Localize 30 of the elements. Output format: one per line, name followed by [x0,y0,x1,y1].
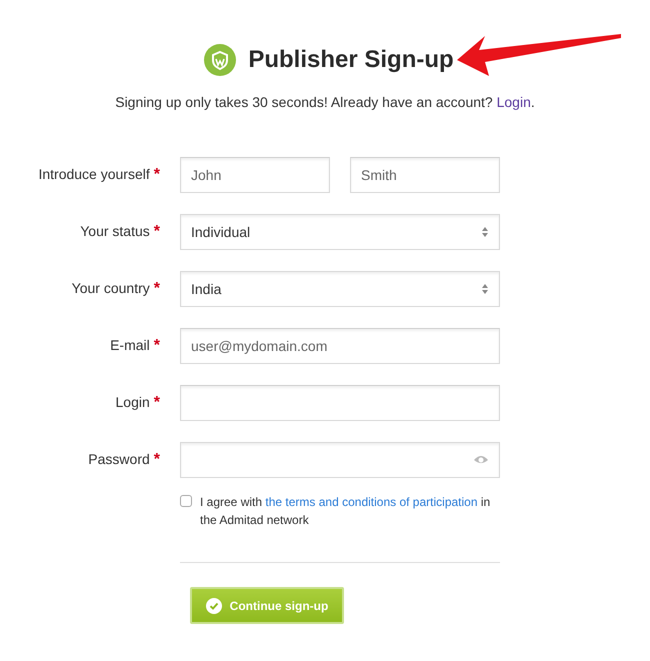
sort-arrows-icon [481,226,489,238]
eye-icon[interactable] [473,455,489,465]
select-field[interactable]: Individual [180,214,500,250]
required-asterisk: * [154,337,160,355]
shield-logo-icon [204,44,236,76]
select-field[interactable]: India [180,271,500,307]
field-label: Password [88,451,150,467]
input-field[interactable] [180,385,500,421]
password-field[interactable] [180,442,500,478]
required-asterisk: * [154,223,160,241]
login-link[interactable]: Login [496,94,531,110]
field-label: Your status [80,223,150,239]
agreement-text: I agree with the terms and conditions of participation in the Admitad network [200,494,492,529]
input-field[interactable]: John [180,157,330,193]
input-field[interactable]: Smith [350,157,500,193]
required-asterisk: * [154,280,160,298]
field-label: Login [116,394,150,410]
required-asterisk: * [154,451,160,469]
checkbox[interactable] [180,495,192,507]
sort-arrows-icon [481,283,489,295]
field-label: E-mail [110,337,150,353]
required-asterisk: * [154,394,160,412]
page-title: Publisher Sign-up [248,46,454,74]
subtitle-text: Signing up only takes 30 seconds! Already have an account? Login. [114,94,536,110]
check-circle-icon [206,598,222,614]
terms-link[interactable]: the terms and conditions of participation [265,495,478,509]
required-asterisk: * [154,166,160,184]
field-label: Introduce yourself [38,166,150,182]
input-field[interactable]: user@mydomain.com [180,328,500,364]
field-label: Your country [72,280,150,296]
